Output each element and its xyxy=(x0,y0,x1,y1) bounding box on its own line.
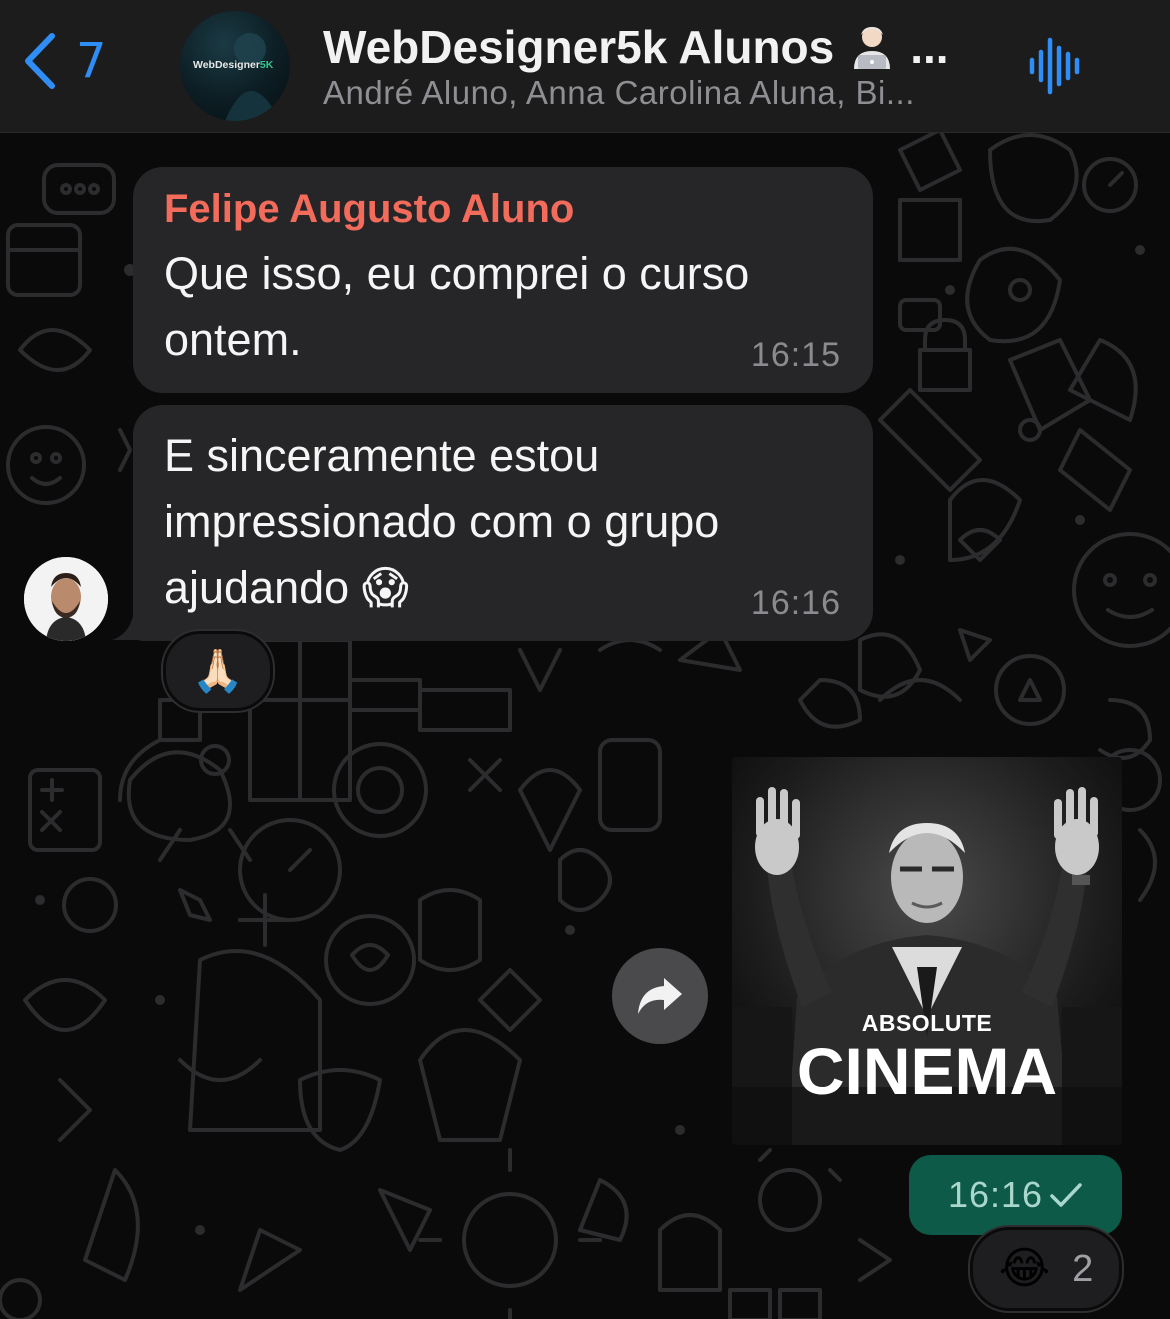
message-bubble[interactable]: E sinceramente estou impressionado com o… xyxy=(133,405,873,641)
voice-chat-button[interactable] xyxy=(1028,34,1084,103)
check-icon xyxy=(1050,1183,1082,1207)
forward-icon xyxy=(638,978,682,1014)
message-time: 16:16 xyxy=(750,584,841,622)
chat-title-ellipsis: ... xyxy=(910,21,949,73)
reaction-count: 2 xyxy=(1072,1247,1094,1290)
chat-screen: 7 WebDesigner5K WebDesigner5k Alunos ...… xyxy=(0,0,1170,1319)
bubble-tail xyxy=(112,612,140,640)
reaction-chip[interactable]: 🙏🏻 xyxy=(163,631,273,711)
pray-emoji: 🙏🏻 xyxy=(191,647,245,694)
scream-emoji: 😱 xyxy=(361,562,409,613)
chat-members: André Aluno, Anna Carolina Aluna, Bi... xyxy=(323,74,915,111)
sender-avatar[interactable] xyxy=(24,557,108,641)
voice-wave-icon xyxy=(1029,37,1080,95)
chat-title[interactable]: WebDesigner5k Alunos ... xyxy=(323,20,949,74)
back-button[interactable]: 7 xyxy=(22,32,107,90)
message-time: 16:16 xyxy=(947,1174,1044,1215)
technologist-emoji-icon xyxy=(854,27,891,69)
back-chevron-icon xyxy=(25,33,55,89)
chat-title-text: WebDesigner5k Alunos xyxy=(323,21,835,73)
forward-button[interactable] xyxy=(612,948,708,1044)
chat-header: 7 WebDesigner5K WebDesigner5k Alunos ...… xyxy=(0,0,1170,133)
group-avatar[interactable]: WebDesigner5K xyxy=(180,11,290,121)
meme-caption-big: CINEMA xyxy=(796,1034,1058,1108)
outgoing-status-bubble: 16:16 xyxy=(909,1155,1122,1235)
laugh-emoji: 😂 xyxy=(998,1244,1051,1293)
group-avatar-logo: WebDesigner5K xyxy=(193,59,274,71)
message-sender[interactable]: Felipe Augusto Aluno xyxy=(164,187,574,232)
unread-count: 7 xyxy=(76,33,107,89)
sender-avatar-photo xyxy=(24,557,108,641)
message-text: E sinceramente estou impressionado com o… xyxy=(164,430,720,613)
reaction-chip[interactable]: 😂 2 xyxy=(970,1227,1122,1311)
message-bubble[interactable]: Felipe Augusto Aluno Que isso, eu compre… xyxy=(133,167,873,393)
message-text: Que isso, eu comprei o curso ontem. xyxy=(164,248,750,365)
image-message[interactable]: ABSOLUTE CINEMA xyxy=(732,757,1122,1145)
message-time: 16:15 xyxy=(750,336,841,374)
